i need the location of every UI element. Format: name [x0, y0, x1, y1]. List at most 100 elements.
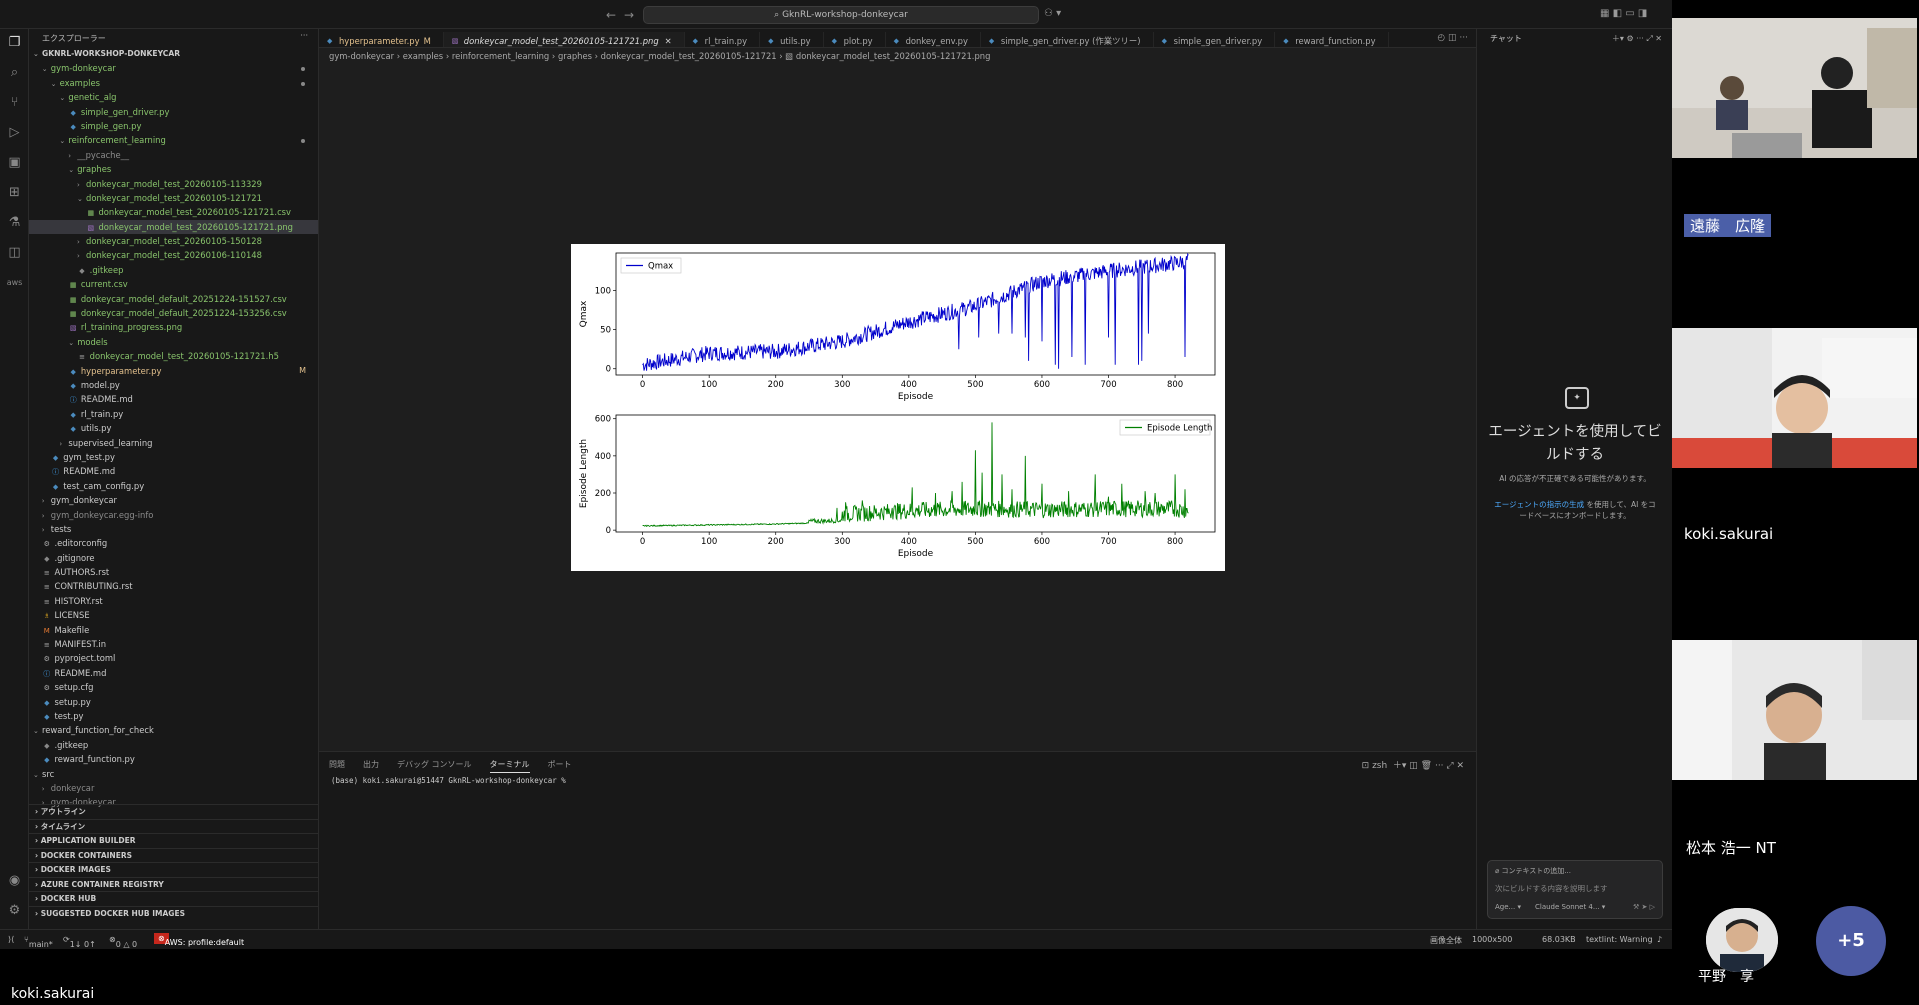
- terminal-actions[interactable]: ⊡ zsh ＋▾ ◫ 🗑 ··· ⤢ ✕: [1362, 758, 1464, 771]
- remote-explorer-icon[interactable]: ▣: [6, 154, 23, 171]
- send-icon[interactable]: ⚒ ➤ ▷: [1633, 903, 1655, 911]
- tree-item-donkeycar-model-test-20260105-121721-csv[interactable]: ▦ donkeycar_model_test_20260105-121721.c…: [29, 205, 318, 219]
- tab-donkey-env-py[interactable]: ◆ donkey_env.py: [886, 32, 981, 47]
- tree-item-donkeycar-model-test-20260105-121721[interactable]: ⌄ donkeycar_model_test_20260105-121721: [29, 191, 318, 205]
- section-docker-images[interactable]: › DOCKER IMAGES: [29, 862, 318, 877]
- explorer-icon[interactable]: ❐: [6, 34, 23, 51]
- tree-item-makefile[interactable]: M Makefile: [29, 623, 318, 637]
- tree-item-readme-md[interactable]: ⓘ README.md: [29, 464, 318, 478]
- layout-toggle-icons[interactable]: ▦ ◧ ▭ ◨: [1600, 8, 1647, 19]
- chat-input-box[interactable]: ⌀ コンテキストの追加... 次にビルドする内容を説明します Age... ▾ …: [1487, 860, 1663, 919]
- tree-item-gym-donkeycar-egg-info[interactable]: › gym_donkeycar.egg-info: [29, 508, 318, 522]
- notifications-bell-icon[interactable]: ♪: [1657, 935, 1662, 944]
- tab-donkeycar-model-test-20260105-121721-png[interactable]: ▧ donkeycar_model_test_20260105-121721.pn…: [443, 32, 685, 47]
- tree-item-models[interactable]: ⌄ models: [29, 335, 318, 349]
- tree-item-hyperparameter-py[interactable]: ◆ hyperparameter.py M: [29, 364, 318, 378]
- tree-item-donkeycar-model-test-20260106-110148[interactable]: › donkeycar_model_test_20260106-110148: [29, 248, 318, 262]
- tree-item-donkeycar-model-default-20251224-151527-csv[interactable]: ▦ donkeycar_model_default_20251224-15152…: [29, 292, 318, 306]
- section-item[interactable]: › アウトライン: [29, 804, 318, 819]
- tree-item-readme-md[interactable]: ⓘ README.md: [29, 666, 318, 680]
- more-participants-button[interactable]: +5: [1816, 906, 1886, 976]
- breadcrumb-item[interactable]: reinforcement_learning: [452, 51, 549, 61]
- tree-item-donkeycar-model-test-20260105-121721-png[interactable]: ▧ donkeycar_model_test_20260105-121721.p…: [29, 219, 318, 235]
- tab-plot-py[interactable]: ◆ plot.py: [824, 32, 886, 47]
- tab-reward-function-py[interactable]: ◆ reward_function.py: [1275, 32, 1389, 47]
- tree-item-gitkeep[interactable]: ◆ .gitkeep: [29, 263, 318, 277]
- section-docker-hub[interactable]: › DOCKER HUB: [29, 891, 318, 906]
- tree-item-gitignore[interactable]: ◆ .gitignore: [29, 551, 318, 565]
- tree-item-examples[interactable]: ⌄ examples: [29, 76, 318, 90]
- tree-item-gitkeep[interactable]: ◆ .gitkeep: [29, 738, 318, 752]
- tree-item-gym-donkeycar[interactable]: ⌄ gym-donkeycar: [29, 61, 318, 75]
- model-select[interactable]: Claude Sonnet 4... ▾: [1535, 903, 1605, 911]
- tree-item-gknrl-workshop-donkeycar[interactable]: ⌄ GKNRL-WORKSHOP-DONKEYCAR: [29, 47, 318, 61]
- tree-item-authors-rst[interactable]: ≡ AUTHORS.rst: [29, 565, 318, 579]
- extensions-icon[interactable]: ⊞: [6, 184, 23, 201]
- tree-item-contributing-rst[interactable]: ≡ CONTRIBUTING.rst: [29, 579, 318, 593]
- tab-simple-gen-driver-py[interactable]: ◆ simple_gen_driver.py (作業ツリー): [981, 32, 1154, 47]
- generate-instructions-link[interactable]: エージェントの指示の生成: [1494, 500, 1584, 509]
- tree-item-test-cam-config-py[interactable]: ◆ test_cam_config.py: [29, 479, 318, 493]
- tree-item-readme-md[interactable]: ⓘ README.md: [29, 392, 318, 406]
- zoom-mode[interactable]: 画像全体: [1430, 935, 1462, 946]
- tree-item-simple-gen-driver-py[interactable]: ◆ simple_gen_driver.py: [29, 105, 318, 119]
- testing-icon[interactable]: ⚗: [6, 214, 23, 231]
- participant-avatar-hirano[interactable]: [1706, 908, 1778, 972]
- agent-mode-select[interactable]: Age... ▾: [1495, 903, 1521, 911]
- tree-item-donkeycar-model-test-20260105-121721-h5[interactable]: ≡ donkeycar_model_test_20260105-121721.h…: [29, 349, 318, 363]
- run-debug-icon[interactable]: ▷: [6, 124, 23, 141]
- tab-hyperparameter-py[interactable]: ◆ hyperparameter.py M: [319, 32, 444, 47]
- tree-item-setup-cfg[interactable]: ⚙ setup.cfg: [29, 680, 318, 694]
- terminal-prompt[interactable]: (base) koki.sakurai@51447 GknRL-workshop…: [331, 776, 566, 785]
- breadcrumb-item[interactable]: gym-donkeycar: [329, 51, 394, 61]
- editor-actions[interactable]: ◴ ◫ ···: [1437, 33, 1468, 43]
- video-tile-matsumoto[interactable]: [1672, 640, 1917, 780]
- breadcrumb-item[interactable]: donkeycar_model_test_20260105-121721.png: [796, 51, 991, 61]
- tree-item-reinforcement-learning[interactable]: ⌄ reinforcement_learning: [29, 133, 318, 147]
- tree-item-current-csv[interactable]: ▦ current.csv: [29, 277, 318, 291]
- tree-item-gym-donkeycar[interactable]: › gym_donkeycar: [29, 493, 318, 507]
- video-tile-room[interactable]: [1672, 18, 1917, 158]
- breadcrumb-item[interactable]: donkeycar_model_test_20260105-121721: [601, 51, 777, 61]
- tab-simple-gen-driver-py[interactable]: ◆ simple_gen_driver.py: [1154, 32, 1276, 47]
- tab-utils-py[interactable]: ◆ utils.py: [760, 32, 824, 47]
- tree-item-license[interactable]: ♗ LICENSE: [29, 608, 318, 622]
- breadcrumb-item[interactable]: graphes: [558, 51, 592, 61]
- tree-item-model-py[interactable]: ◆ model.py: [29, 378, 318, 392]
- video-tile-koki[interactable]: [1672, 328, 1917, 468]
- aws-icon[interactable]: aws: [6, 274, 23, 291]
- panel-tab-2[interactable]: デバッグ コンソール: [397, 759, 472, 772]
- tree-item-setup-py[interactable]: ◆ setup.py: [29, 695, 318, 709]
- tree-item-donkeycar[interactable]: › donkeycar: [29, 781, 318, 795]
- problems-indicator[interactable]: ⊗ 0 △ 0: [109, 935, 137, 949]
- copilot-icon[interactable]: ⚇ ▾: [1044, 8, 1061, 19]
- tree-item-donkeycar-model-test-20260105-113329[interactable]: › donkeycar_model_test_20260105-113329: [29, 177, 318, 191]
- close-tab-icon[interactable]: ✕: [665, 36, 672, 46]
- tree-item-manifest-in[interactable]: ≡ MANIFEST.in: [29, 637, 318, 651]
- tree-item-reward-function-for-check[interactable]: ⌄ reward_function_for_check: [29, 723, 318, 737]
- tree-item-graphes[interactable]: ⌄ graphes: [29, 162, 318, 176]
- chat-input-placeholder[interactable]: 次にビルドする内容を説明します: [1495, 883, 1608, 894]
- tree-item-history-rst[interactable]: ≡ HISTORY.rst: [29, 594, 318, 608]
- source-control-icon[interactable]: ⑂: [6, 94, 23, 111]
- tree-item-donkeycar-model-test-20260105-150128[interactable]: › donkeycar_model_test_20260105-150128: [29, 234, 318, 248]
- textlint-status[interactable]: textlint: Warning: [1586, 935, 1653, 944]
- docker-icon[interactable]: ◫: [6, 244, 23, 261]
- tree-item-reward-function-py[interactable]: ◆ reward_function.py: [29, 752, 318, 766]
- panel-tab-0[interactable]: 問題: [329, 759, 345, 772]
- nav-back-forward[interactable]: ←→: [606, 8, 642, 22]
- tree-item-rl-training-progress-png[interactable]: ▧ rl_training_progress.png: [29, 320, 318, 334]
- panel-tab-1[interactable]: 出力: [363, 759, 379, 772]
- more-actions-icon[interactable]: ···: [300, 31, 308, 40]
- tree-item-utils-py[interactable]: ◆ utils.py: [29, 421, 318, 435]
- tab-rl-train-py[interactable]: ◆ rl_train.py: [685, 32, 761, 47]
- section-item[interactable]: › タイムライン: [29, 818, 318, 834]
- search-icon[interactable]: ⌕: [6, 64, 23, 81]
- tree-item-donkeycar-model-default-20251224-153256-csv[interactable]: ▦ donkeycar_model_default_20251224-15325…: [29, 306, 318, 320]
- breadcrumb-item[interactable]: examples: [403, 51, 443, 61]
- chat-header-actions[interactable]: ＋▾ ⚙ ··· ⤢ ✕: [1612, 33, 1662, 44]
- tree-item-genetic-alg[interactable]: ⌄ genetic_alg: [29, 90, 318, 104]
- section-suggested-docker-hub-images[interactable]: › SUGGESTED DOCKER HUB IMAGES: [29, 905, 318, 921]
- tree-item-editorconfig[interactable]: ⚙ .editorconfig: [29, 536, 318, 550]
- panel-tab-4[interactable]: ポート: [548, 759, 572, 772]
